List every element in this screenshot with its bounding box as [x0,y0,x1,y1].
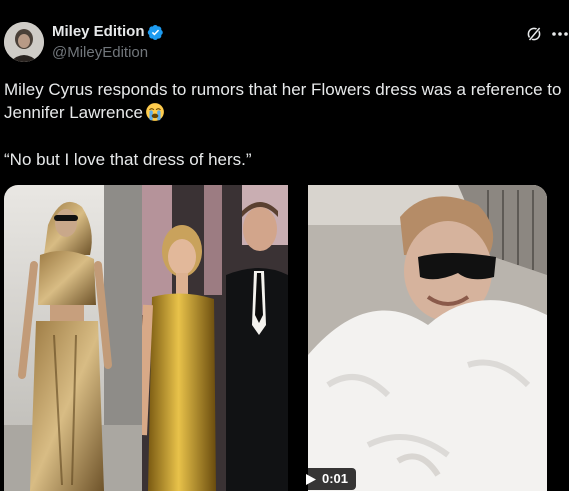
handle[interactable]: @MileyEdition [52,44,148,61]
media-divider [288,185,308,491]
gold-dress-photo [4,185,142,491]
loudly-crying-face-icon [146,103,164,121]
red-carpet-photo [142,185,288,491]
tweet-text: Miley Cyrus responds to rumors that her … [4,78,564,171]
display-name[interactable]: Miley Edition [52,23,145,40]
tweet-header: Miley Edition @MileyEdition [0,0,569,70]
play-icon [306,473,316,485]
verified-badge-icon [147,25,163,40]
grok-icon[interactable] [525,25,543,43]
tweet-quote: “No but I love that dress of hers.” [4,150,252,169]
avatar[interactable] [4,22,44,62]
more-icon[interactable] [549,25,569,43]
white-fur-coat-clip [308,185,547,491]
video-duration-badge[interactable]: 0:01 [300,468,357,490]
tweet-body-text: Miley Cyrus responds to rumors that her … [4,80,562,122]
tweet-body: Miley Cyrus responds to rumors that her … [4,78,564,124]
media-video[interactable]: 0:01 [4,185,547,491]
video-duration: 0:01 [322,471,349,486]
